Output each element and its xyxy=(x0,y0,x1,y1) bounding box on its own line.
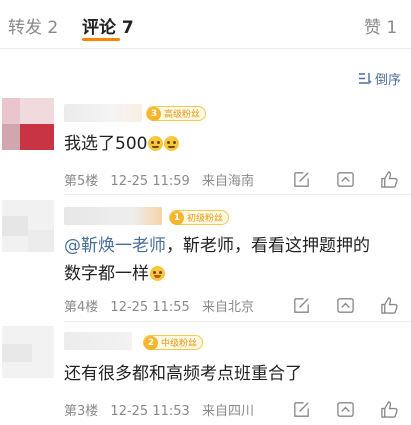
edit-icon xyxy=(293,401,309,417)
comment-meta: 第4楼 12-25 11:55 来自北京 xyxy=(64,296,262,315)
active-tab-indicator xyxy=(82,38,120,41)
share-button[interactable] xyxy=(323,396,367,422)
divider xyxy=(64,321,411,322)
comment-body: ，靳老师，看看这押题押的 xyxy=(166,236,370,256)
comment-meta: 第5楼 12-25 11:59 来自海南 xyxy=(64,170,262,189)
badge-level: 2 xyxy=(144,335,158,350)
tear-face-emoji xyxy=(164,136,180,151)
comment-body: 数字都一样 xyxy=(64,264,149,284)
like-button[interactable] xyxy=(367,166,411,192)
avatar[interactable] xyxy=(2,200,54,252)
comment-text-line2: 数字都一样 xyxy=(64,260,165,288)
divider xyxy=(0,48,411,49)
tab-reposts[interactable]: 转发 2 xyxy=(8,13,58,38)
comment-location: 来自海南 xyxy=(201,174,254,189)
badge-label: 中级粉丝 xyxy=(161,339,198,349)
share-button[interactable] xyxy=(323,292,367,318)
thumbs-up-icon xyxy=(380,296,398,314)
edit-icon xyxy=(293,297,309,313)
thumbs-up-icon xyxy=(380,170,398,188)
like-button[interactable] xyxy=(367,292,411,318)
share-icon xyxy=(336,401,354,417)
comment-tabs: 转发 2 评论 7 赞 1 xyxy=(0,0,411,52)
tab-comments[interactable]: 评论 7 xyxy=(82,13,134,38)
comment-text: 我选了500 xyxy=(64,130,180,158)
fan-badge: 3 高级粉丝 xyxy=(146,106,207,121)
share-icon xyxy=(336,297,354,313)
sort-label: 倒序 xyxy=(374,73,401,88)
mention-link[interactable]: @靳焕一老师 xyxy=(64,236,166,256)
badge-level: 3 xyxy=(147,106,161,121)
username-blurred[interactable] xyxy=(64,104,142,122)
comment-location: 来自四川 xyxy=(201,404,254,419)
comment-meta: 第3楼 12-25 11:53 来自四川 xyxy=(64,400,262,419)
comment-text: @靳焕一老师，靳老师，看看这押题押的 xyxy=(64,232,370,260)
fan-badge: 1 初级粉丝 xyxy=(169,210,230,225)
reply-button[interactable] xyxy=(279,166,323,192)
edit-icon xyxy=(293,171,309,187)
floor-number: 第5楼 xyxy=(64,174,99,189)
floor-number: 第4楼 xyxy=(64,300,99,315)
comment-item: 1 初级粉丝 @靳焕一老师，靳老师，看看这押题押的 数字都一样 第4楼 12-2… xyxy=(0,200,411,322)
share-icon xyxy=(336,171,354,187)
username-blurred[interactable] xyxy=(64,332,132,350)
floor-number: 第3楼 xyxy=(64,404,99,419)
comment-item: 2 中级粉丝 还有很多都和高频考点班重合了 第3楼 12-25 11:53 来自… xyxy=(0,326,411,425)
comment-body: 还有很多都和高频考点班重合了 xyxy=(64,364,302,384)
comment-time: 12-25 11:59 xyxy=(110,174,190,189)
divider xyxy=(64,194,411,195)
smile-emoji xyxy=(150,266,165,281)
like-button[interactable] xyxy=(367,396,411,422)
comment-actions xyxy=(279,396,411,422)
badge-level: 1 xyxy=(170,210,184,225)
comment-time: 12-25 11:55 xyxy=(110,300,190,315)
comment-text: 还有很多都和高频考点班重合了 xyxy=(64,360,302,388)
badge-label: 高级粉丝 xyxy=(164,110,201,120)
sort-order-button[interactable]: 倒序 xyxy=(358,69,401,88)
comment-body: 我选了500 xyxy=(64,134,148,154)
reply-button[interactable] xyxy=(279,396,323,422)
thumbs-up-icon xyxy=(380,400,398,418)
avatar[interactable] xyxy=(2,326,54,378)
share-button[interactable] xyxy=(323,166,367,192)
avatar[interactable] xyxy=(2,98,54,150)
comment-actions xyxy=(279,166,411,192)
comment-location: 来自北京 xyxy=(201,300,254,315)
comment-time: 12-25 11:53 xyxy=(110,404,190,419)
sort-icon xyxy=(358,73,372,85)
badge-label: 初级粉丝 xyxy=(187,214,224,224)
reply-button[interactable] xyxy=(279,292,323,318)
tear-face-emoji xyxy=(148,136,164,151)
tab-likes[interactable]: 赞 1 xyxy=(364,13,397,38)
fan-badge: 2 中级粉丝 xyxy=(143,335,204,350)
username-blurred[interactable] xyxy=(64,207,162,225)
comment-item: 3 高级粉丝 我选了500 第5楼 12-25 11:59 来自海南 xyxy=(0,98,411,196)
comment-actions xyxy=(279,292,411,318)
